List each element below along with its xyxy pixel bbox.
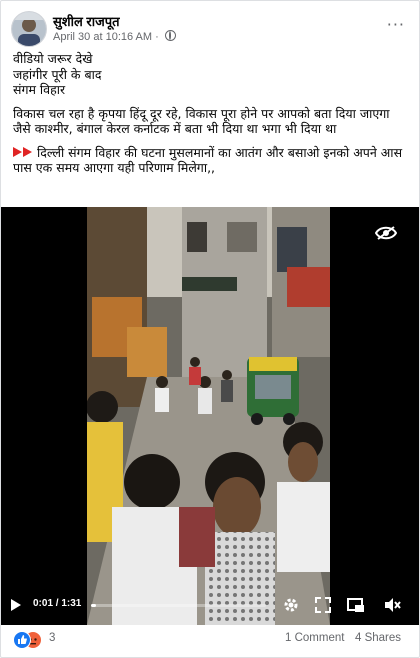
post-card: सुशील राजपूत April 30 at 10:16 AM · ··· … bbox=[0, 0, 420, 658]
fullscreen-icon[interactable] bbox=[314, 596, 332, 614]
settings-icon[interactable] bbox=[282, 596, 300, 614]
post-line: जहांगीर पूरी के बाद bbox=[13, 66, 102, 82]
share-count[interactable]: 4 Shares bbox=[355, 632, 401, 644]
post-date[interactable]: April 30 at 10:16 AM bbox=[53, 31, 152, 43]
reaction-count[interactable]: 3 bbox=[49, 632, 55, 644]
post-line: वीडियो जरूर देखे bbox=[13, 51, 93, 66]
red-triangle-icon bbox=[23, 146, 32, 157]
pip-icon[interactable] bbox=[347, 596, 365, 614]
author-name[interactable]: सुशील राजपूत bbox=[53, 12, 120, 30]
globe-icon bbox=[164, 30, 176, 41]
author-avatar[interactable] bbox=[11, 11, 47, 47]
post-line: दिल्ली संगम विहार की घटना मुसलमानों का आ… bbox=[13, 144, 403, 176]
post-line-highlight: दिल्ली संगम विहार की घटना मुसलमानों का आ… bbox=[13, 145, 409, 176]
video-controls: 0:01 / 1:31 bbox=[1, 591, 419, 625]
play-icon[interactable] bbox=[11, 599, 21, 611]
red-triangle-icon bbox=[13, 146, 22, 157]
meta-separator: · bbox=[155, 31, 159, 43]
post-line: जैसे काश्मीर, बंगाल केरल कर्नाटक में बता… bbox=[13, 121, 337, 136]
more-options-icon[interactable]: ··· bbox=[387, 15, 405, 34]
comment-count[interactable]: 1 Comment bbox=[285, 632, 344, 644]
eye-icon[interactable] bbox=[374, 225, 398, 241]
post-footer: 3 1 Comment 4 Shares bbox=[13, 631, 411, 649]
like-reaction-icon[interactable] bbox=[13, 631, 31, 649]
post-text: वीडियो जरूर देखे जहांगीर पूरी के बाद संग… bbox=[13, 51, 409, 176]
progress-fill bbox=[91, 604, 97, 607]
post-line: विकास चल रहा है कृपया हिंदू दूर रहे, विक… bbox=[13, 105, 390, 121]
post-line: संगम विहार bbox=[13, 82, 66, 97]
post-header: सुशील राजपूत April 30 at 10:16 AM · ··· bbox=[11, 11, 409, 47]
post-meta: April 30 at 10:16 AM · bbox=[53, 30, 176, 43]
video-frame[interactable] bbox=[87, 207, 330, 625]
video-time: 0:01 / 1:31 bbox=[33, 598, 82, 609]
progress-bar[interactable] bbox=[91, 604, 266, 607]
volume-icon[interactable] bbox=[383, 596, 401, 614]
